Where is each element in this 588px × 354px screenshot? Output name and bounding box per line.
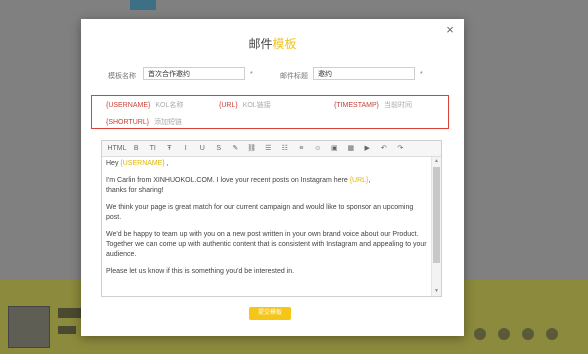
required-star: * [420,71,423,78]
submit-template-button[interactable]: 提交模板 [249,307,291,320]
background-dot [546,328,558,340]
background-accent [130,0,156,10]
undo-icon[interactable]: ↶ [376,141,393,156]
editor-toolbar: HTML B TI Ŧ I U S ✎ ⛓ ☰ ☷ ≡ ☺ ▣ ▦ ▶ ↶ ↷ [102,141,441,157]
emoji-icon[interactable]: ☺ [310,141,327,156]
modal-title: 邮件模板 [81,35,464,52]
strikethrough-icon[interactable]: S [211,141,228,156]
template-name-label: 模板名称 [108,73,136,80]
background-dot [498,328,510,340]
background-dot [522,328,534,340]
brush-icon[interactable]: ✎ [227,141,244,156]
editor-paragraph: We'd be happy to team up with you on a n… [106,231,427,258]
tag-timestamp[interactable]: {TIMESTAMP} 当前时间 [334,100,412,110]
email-template-modal: × 邮件模板 模板名称 * 邮件标题 * {USERNAME}KOL名称 {UR… [81,19,464,336]
bullet-list-icon[interactable]: ☰ [260,141,277,156]
editor-paragraph: We think your page is great match for ou… [106,204,414,221]
tag-url[interactable]: {URL} KOL链接 [219,100,271,110]
bold-icon[interactable]: B [128,141,145,156]
text-strike-icon[interactable]: Ŧ [161,141,178,156]
template-name-input[interactable] [143,67,245,80]
required-star: * [250,71,253,78]
align-icon[interactable]: ≡ [293,141,310,156]
scroll-down-icon[interactable]: ▼ [432,287,441,296]
editor-paragraph: I'm Carlin from XINHUOKOL.COM. I love yo… [106,177,371,194]
tag-shorturl[interactable]: {SHORTURL} 添加短链 [106,117,182,127]
background-dot [474,328,486,340]
text-size-icon[interactable]: TI [145,141,162,156]
modal-title-prefix: 邮件 [248,37,273,51]
numbered-list-icon[interactable]: ☷ [277,141,294,156]
redo-icon[interactable]: ↷ [392,141,409,156]
editor-greeting: Hey {USERNAME} , [106,160,169,167]
placeholder-tags-box: {USERNAME} KOL名称 {URL} KOL链接 {TIMESTAMP} 当前… [91,95,449,129]
editor-content[interactable]: Hey {USERNAME} , I'm Carlin from XINHUOK… [102,157,431,296]
video-icon[interactable]: ▶ [359,141,376,156]
image-icon[interactable]: ▣ [326,141,343,156]
underline-icon[interactable]: U [194,141,211,156]
editor-paragraph: Please let us know if this is something … [106,268,295,275]
scrollbar-thumb[interactable] [433,167,440,263]
modal-title-accent: 模板 [272,37,297,51]
background-bar [58,326,76,334]
scroll-up-icon[interactable]: ▲ [432,157,441,166]
tag-username[interactable]: {USERNAME} KOL名称 [106,100,183,110]
italic-icon[interactable]: I [178,141,195,156]
background-thumbnail [8,306,50,348]
link-icon[interactable]: ⛓ [244,141,261,156]
email-subject-input[interactable] [313,67,415,80]
table-icon[interactable]: ▦ [343,141,360,156]
email-subject-label: 邮件标题 [280,73,308,80]
rich-text-editor: HTML B TI Ŧ I U S ✎ ⛓ ☰ ☷ ≡ ☺ ▣ ▦ ▶ ↶ ↷ … [101,140,442,297]
editor-scrollbar[interactable]: ▲ ▼ [431,157,441,296]
html-toggle-button[interactable]: HTML [106,141,128,156]
